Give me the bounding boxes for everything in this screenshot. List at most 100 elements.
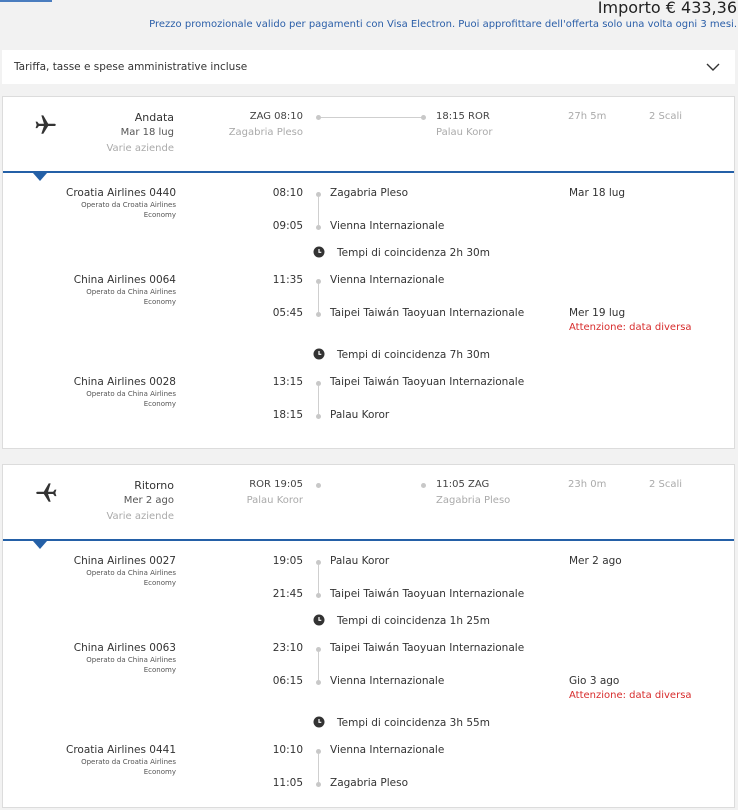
chevron-down-icon[interactable] [705, 59, 721, 75]
layover-time: Tempi di coincidenza 1h 25m [337, 615, 490, 627]
clock-icon [313, 348, 325, 360]
clock-icon [313, 614, 325, 626]
arrival-airport: Zagabria Pleso [330, 777, 409, 789]
summary-duration: 27h 5m [568, 111, 607, 122]
arrival-dot [316, 312, 321, 317]
departure-date: Mar 18 lug [569, 187, 626, 199]
departure-airport: Taipei Taiwán Taoyuan Internazionale [330, 376, 525, 388]
layover-time: Tempi di coincidenza 7h 30m [337, 349, 490, 361]
departure-airport: Zagabria Pleso [330, 187, 409, 199]
departure-airport: Vienna Internazionale [330, 274, 445, 286]
arrival-dot [316, 225, 321, 230]
cabin-class: Economy [143, 211, 176, 219]
segment-line [318, 652, 319, 680]
flight-number: Croatia Airlines 0440 [66, 187, 176, 199]
segment-line [318, 754, 319, 782]
flight-info: Croatia Airlines 0440 Operato da Croatia… [66, 187, 176, 220]
price-header: Importo € 433,36 Prezzo promozionale val… [149, 0, 737, 30]
arrival-time: 09:05 [272, 220, 303, 232]
flight-number: China Airlines 0064 [73, 274, 176, 286]
departure-time: 13:15 [272, 376, 303, 388]
summary-arrival: 18:15 ROR [436, 111, 490, 122]
summary-arrival: 11:05 ZAG [436, 479, 490, 490]
layover-time: Tempi di coincidenza 2h 30m [337, 247, 490, 259]
outbound-card: Andata Mar 18 lug Varie aziende ZAG 08:1… [2, 96, 735, 449]
cabin-class: Economy [143, 768, 176, 776]
route-end-dot [421, 115, 426, 120]
summary-departure: ZAG 08:10 [249, 111, 303, 122]
card-divider [3, 539, 734, 541]
arrival-time: 21:45 [272, 588, 303, 600]
fare-accordion[interactable]: Tariffa, tasse e spese amministrative in… [2, 50, 735, 84]
operated-by: Operato da China Airlines [86, 288, 176, 296]
direction-label: Andata [134, 111, 174, 124]
flight-info: Croatia Airlines 0441 Operato da Croatia… [66, 744, 176, 777]
arrival-airport: Vienna Internazionale [330, 675, 445, 687]
arrival-time: 18:15 [272, 409, 303, 421]
flight-number: China Airlines 0027 [73, 555, 176, 567]
total-price: Importo € 433,36 [597, 0, 737, 17]
summary-departure-city: Palau Koror [246, 495, 303, 506]
airplane-icon [36, 483, 57, 502]
layover-time: Tempi di coincidenza 3h 55m [337, 717, 490, 729]
operated-by: Operato da China Airlines [86, 656, 176, 664]
arrival-airport: Taipei Taiwán Taoyuan Internazionale [330, 588, 525, 600]
departure-airport: Palau Koror [330, 555, 390, 567]
summary-arrival-city: Zagabria Pleso [436, 495, 511, 506]
outbound-summary[interactable]: Andata Mar 18 lug Varie aziende ZAG 08:1… [3, 97, 734, 171]
departure-time: 08:10 [272, 187, 303, 199]
arrival-time: 06:15 [272, 675, 303, 687]
cabin-class: Economy [143, 579, 176, 587]
expand-pointer [33, 541, 47, 549]
date-change-warning: Attenzione: data diversa [569, 690, 692, 701]
route-line [321, 117, 423, 118]
route-start-dot [316, 483, 321, 488]
departure-date: Mer 2 ago [569, 555, 622, 567]
flight-info: China Airlines 0027 Operato da China Air… [74, 555, 176, 588]
arrival-date: Gio 3 ago [569, 675, 620, 687]
flight-number: China Airlines 0028 [73, 376, 176, 388]
direction-label: Ritorno [134, 479, 174, 492]
arrival-time: 05:45 [272, 307, 303, 319]
departure-airport: Vienna Internazionale [330, 744, 445, 756]
return-summary[interactable]: Ritorno Mer 2 ago Varie aziende ROR 19:0… [3, 465, 734, 539]
arrival-dot [316, 593, 321, 598]
summary-stops: 2 Scali [649, 479, 683, 490]
top-button-edge[interactable] [0, 0, 52, 2]
operated-by: Operato da China Airlines [86, 569, 176, 577]
flight-number: China Airlines 0063 [73, 642, 176, 654]
operated-by: Operato da Croatia Airlines [81, 758, 176, 766]
arrival-airport: Taipei Taiwán Taoyuan Internazionale [330, 307, 525, 319]
clock-icon [313, 246, 325, 258]
summary-date: Mer 2 ago [123, 495, 174, 506]
cabin-class: Economy [143, 298, 176, 306]
cabin-class: Economy [143, 666, 176, 674]
flight-number: Croatia Airlines 0441 [66, 744, 176, 756]
promo-note: Prezzo promozionale valido per pagamenti… [149, 19, 737, 30]
arrival-dot [316, 414, 321, 419]
operated-by: Operato da China Airlines [86, 390, 176, 398]
segment-line [318, 284, 319, 312]
arrival-date: Mer 19 lug [569, 307, 626, 319]
airplane-icon [35, 115, 56, 134]
summary-duration: 23h 0m [568, 479, 607, 490]
summary-arrival-city: Palau Koror [436, 127, 493, 138]
summary-airlines: Varie aziende [106, 511, 174, 522]
arrival-dot [316, 782, 321, 787]
segment-line [318, 565, 319, 593]
return-card: Ritorno Mer 2 ago Varie aziende ROR 19:0… [2, 464, 735, 808]
summary-departure-city: Zagabria Pleso [228, 127, 303, 138]
fare-label: Tariffa, tasse e spese amministrative in… [14, 61, 248, 73]
arrival-dot [316, 680, 321, 685]
departure-time: 10:10 [272, 744, 303, 756]
flight-info: China Airlines 0028 Operato da China Air… [74, 376, 176, 409]
arrival-time: 11:05 [272, 777, 303, 789]
date-change-warning: Attenzione: data diversa [569, 322, 692, 333]
route-end-dot [421, 483, 426, 488]
departure-time: 23:10 [272, 642, 303, 654]
departure-airport: Taipei Taiwán Taoyuan Internazionale [330, 642, 525, 654]
departure-time: 19:05 [272, 555, 303, 567]
clock-icon [313, 716, 325, 728]
expand-pointer [33, 173, 47, 181]
cabin-class: Economy [143, 400, 176, 408]
